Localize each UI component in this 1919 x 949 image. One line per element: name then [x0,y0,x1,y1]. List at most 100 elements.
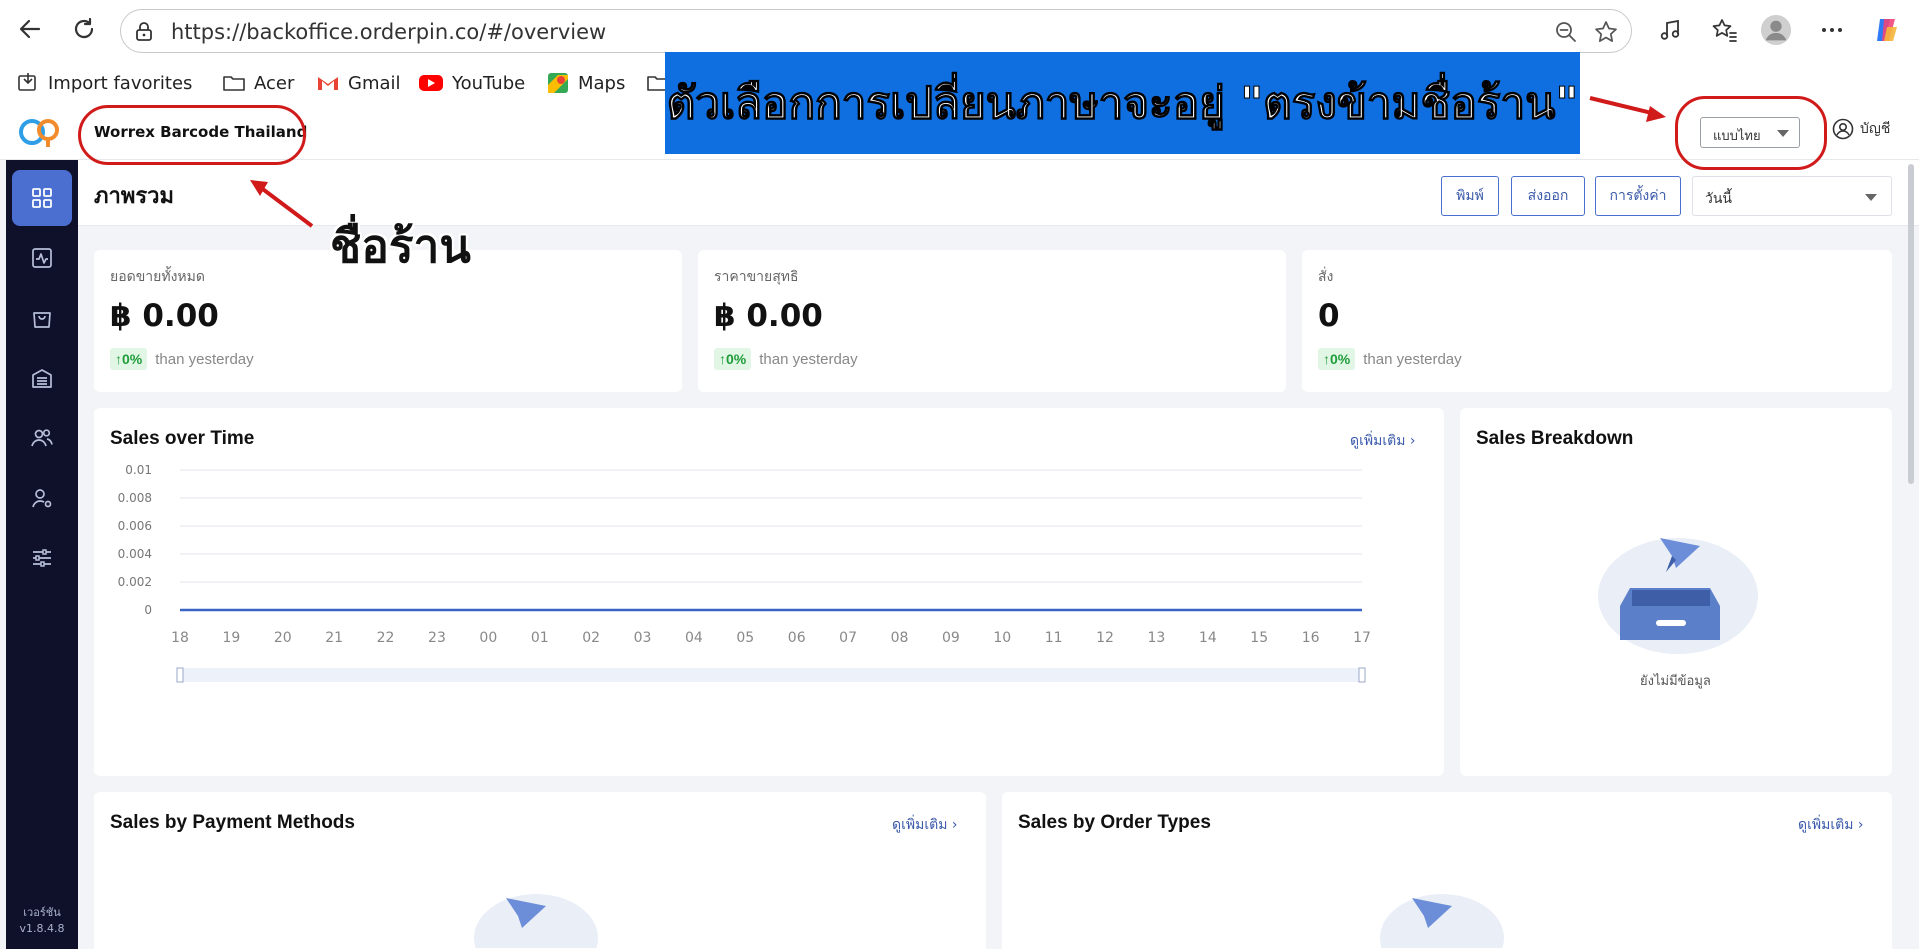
x-tick-label: 18 [171,630,189,646]
y-tick-label: 0.002 [118,575,152,589]
dashboard-grid-icon [32,188,52,208]
date-range-select[interactable]: วันนี้ [1692,176,1892,216]
empty-inbox-illustration [1598,538,1758,654]
account-menu[interactable]: บัญชี [1832,118,1890,140]
zoom-out-icon[interactable] [1553,19,1579,45]
card-title: Sales by Order Types [1018,812,1211,833]
compare-text: than yesterday [1363,350,1462,368]
page-scrollbar[interactable] [1908,164,1914,484]
folder-icon [223,76,245,91]
zoom-slider-track[interactable] [180,668,1362,682]
zoom-handle-right[interactable] [1358,667,1366,683]
sales-breakdown-card: Sales Breakdown ยังไม่มีข้อมูล [1460,408,1892,776]
bookmark-import-favorites[interactable]: Import favorites [16,68,192,98]
sidebar: เวอร์ชัน v1.8.4.8 [6,160,78,949]
empty-inbox-illustration [474,894,598,948]
change-badge: ↑0% [110,348,148,370]
sidebar-item-inventory[interactable] [12,350,72,406]
x-tick-label: 15 [1250,630,1268,646]
bookmark-youtube[interactable]: YouTube [418,68,525,98]
more-menu-button[interactable] [1816,14,1848,46]
x-tick-label: 22 [377,630,395,646]
y-tick-label: 0.01 [125,463,152,477]
sidebar-item-overview[interactable] [12,170,72,226]
favorites-button[interactable] [1708,14,1740,46]
card-title: Sales by Payment Methods [110,812,355,833]
bookmark-gmail[interactable]: Gmail [316,68,401,98]
x-tick-label: 07 [839,630,857,646]
copilot-icon [1877,19,1897,41]
youtube-icon [419,75,443,91]
view-more-link[interactable]: ดูเพิ่มเติม › [892,814,958,836]
stat-change: ↑0% than yesterday [1318,348,1462,370]
card-title: Sales over Time [110,428,255,449]
back-button[interactable] [12,11,48,47]
chevron-right-icon: › [951,817,958,833]
import-icon [18,73,36,91]
sidebar-item-customers[interactable] [12,410,72,466]
page-title: ภาพรวม [94,184,175,209]
profile-button[interactable] [1760,14,1792,46]
x-tick-label: 20 [274,630,292,646]
sidebar-item-settings[interactable] [12,530,72,586]
card-title: Sales Breakdown [1476,428,1634,449]
x-tick-label: 03 [634,630,652,646]
x-tick-label: 13 [1148,630,1166,646]
copilot-button[interactable] [1870,14,1902,46]
orderpin-logo-icon[interactable] [18,116,64,148]
x-tick-label: 05 [736,630,754,646]
bookmark-acer[interactable]: Acer [222,68,294,98]
print-button[interactable]: พิมพ์ [1441,176,1499,216]
music-note-icon [1660,19,1680,40]
view-more-link[interactable]: ดูเพิ่มเติม › [1350,430,1416,452]
y-tick-label: 0 [144,603,152,617]
stat-value: ฿ 0.00 [110,298,219,334]
date-range-value: วันนี้ [1705,191,1733,207]
app-version: เวอร์ชัน v1.8.4.8 [19,906,65,935]
annotation-oval-store-name [78,105,306,165]
bookmark-maps[interactable]: Maps [546,68,625,98]
sales-over-time-card: Sales over Time ดูเพิ่มเติม › 0 0.002 0.00… [94,408,1444,776]
y-tick-label: 0.004 [118,547,152,561]
y-tick-label: 0.006 [118,519,152,533]
address-bar[interactable]: https://backoffice.orderpin.co/#/overvie… [120,9,1632,53]
warehouse-icon [32,369,52,388]
favorite-star-icon[interactable] [1593,19,1619,45]
chevron-right-icon: › [1409,433,1416,449]
y-tick-label: 0.008 [118,491,152,505]
sidebar-item-products[interactable] [12,290,72,346]
zoom-handle-left[interactable] [176,667,184,683]
annotation-oval-language [1675,96,1827,170]
media-control-button[interactable] [1654,14,1686,46]
x-tick-label: 02 [582,630,600,646]
chevron-down-icon [1865,194,1877,201]
chevron-right-icon: › [1857,817,1864,833]
export-button[interactable]: ส่งออก [1511,176,1585,216]
x-tick-label: 04 [685,630,703,646]
view-more-link[interactable]: ดูเพิ่มเติม › [1798,814,1864,836]
stat-change: ↑0% than yesterday [714,348,858,370]
compare-text: than yesterday [759,350,858,368]
annotation-store-label: ชื่อร้าน [330,219,471,273]
compare-text: than yesterday [155,350,254,368]
sales-over-time-chart: 0 0.002 0.004 0.006 0.008 0.01 18 19 20 21 22 23 00 0… [118,463,1371,683]
url-text[interactable]: https://backoffice.orderpin.co/#/overvie… [171,20,606,44]
x-tick-label: 11 [1045,630,1063,646]
empty-inbox-illustration [1380,894,1504,948]
settings-button[interactable]: การตั้งค่า [1595,176,1681,216]
sidebar-item-reports[interactable] [12,230,72,286]
back-arrow-icon [19,19,41,39]
shopping-bag-icon [33,312,51,328]
refresh-button[interactable] [66,11,102,47]
x-tick-label: 16 [1302,630,1320,646]
change-badge: ↑0% [714,348,752,370]
x-tick-label: 14 [1199,630,1217,646]
sidebar-item-staff[interactable] [12,470,72,526]
lock-icon[interactable] [133,21,155,43]
x-tick-label: 10 [993,630,1011,646]
ellipsis-icon [1822,28,1842,32]
x-tick-label: 08 [891,630,909,646]
x-tick-label: 19 [222,630,240,646]
stat-label: ราคาขายสุทธิ [714,269,799,285]
sales-by-order-types-card: Sales by Order Types ดูเพิ่มเติม › [1002,792,1892,949]
